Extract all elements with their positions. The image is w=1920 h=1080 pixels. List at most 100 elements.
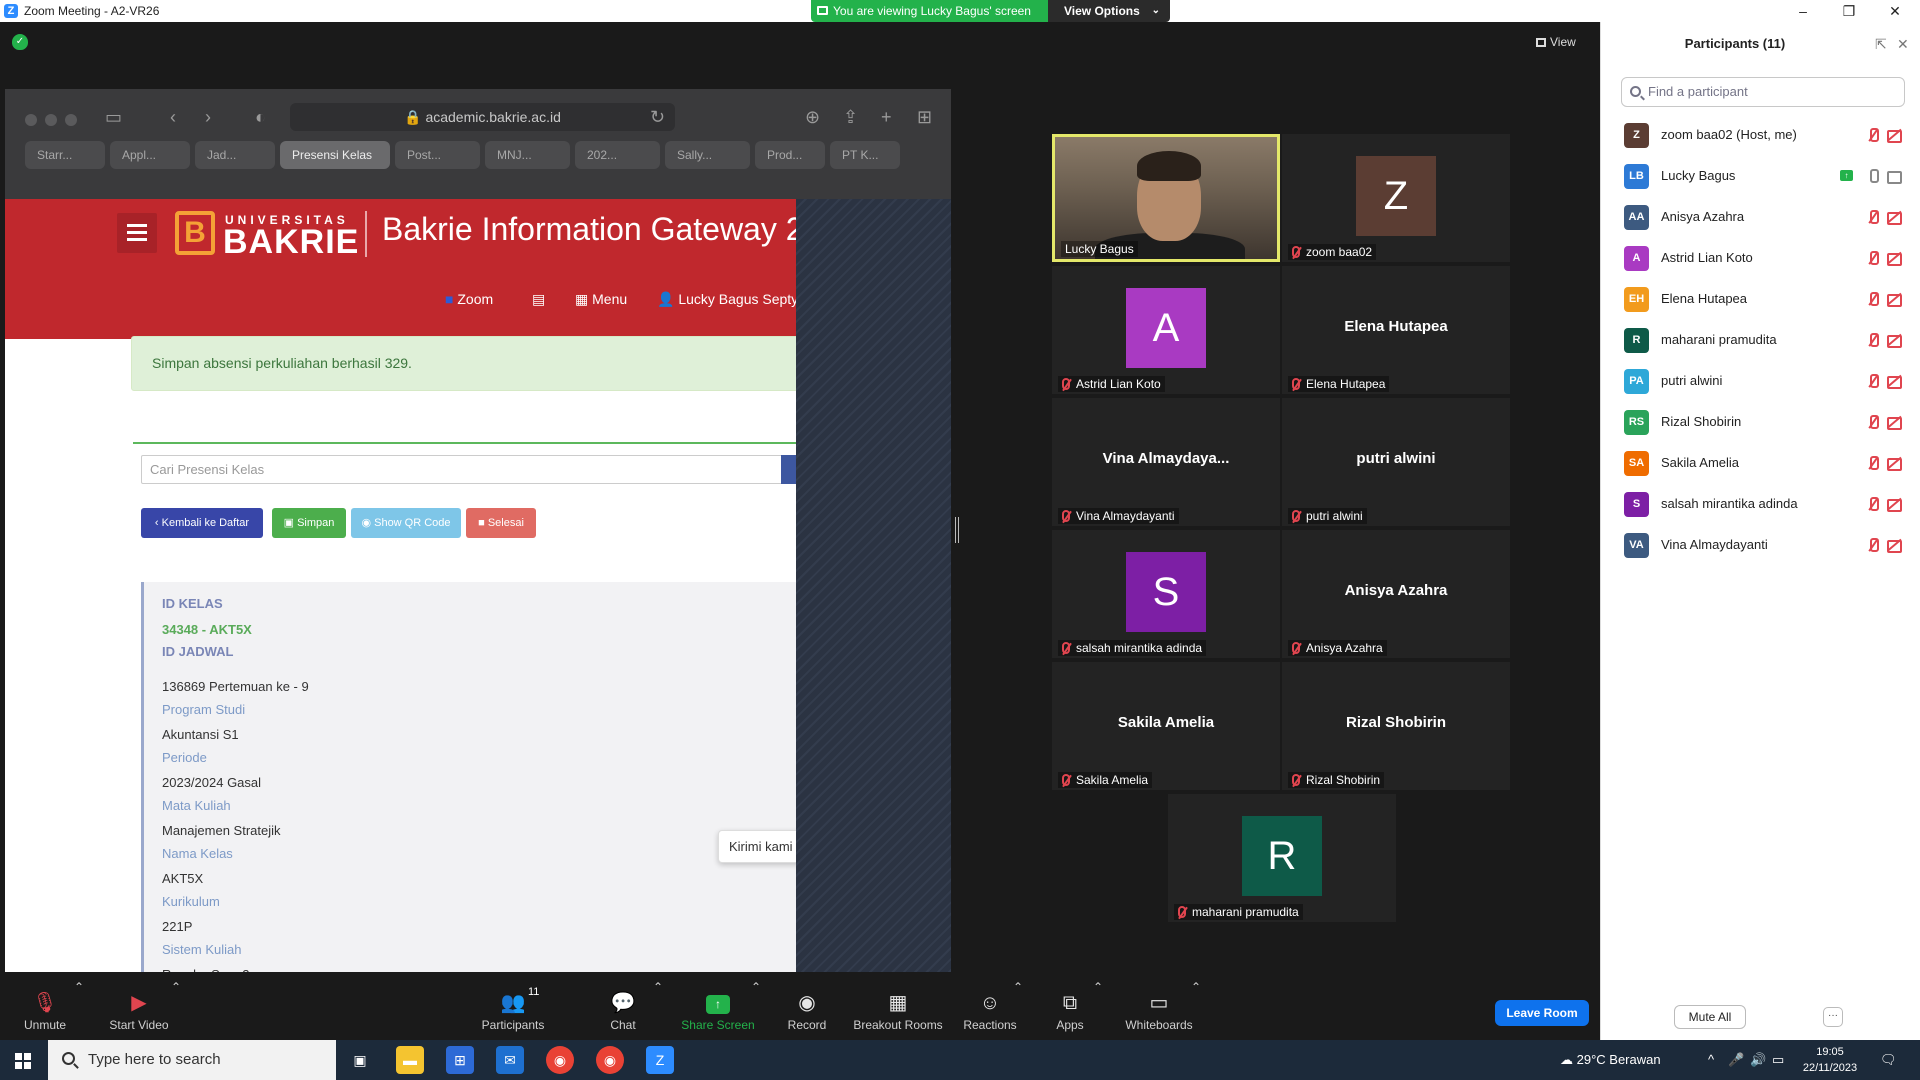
- video-options-caret[interactable]: ⌃: [171, 980, 181, 1040]
- participant-row[interactable]: Zzoom baa02 (Host, me): [1601, 114, 1920, 155]
- close-panel-icon[interactable]: ✕: [1897, 36, 1909, 53]
- participants-button[interactable]: 👥 11 Participants: [478, 980, 548, 1040]
- video-tile[interactable]: Vina Almaydaya... Vina Almaydayanti: [1052, 398, 1280, 526]
- file-explorer-icon[interactable]: ▬: [396, 1046, 424, 1074]
- presensi-search-button: [781, 455, 796, 484]
- participant-row[interactable]: VA Vina Almaydayanti: [1601, 524, 1920, 565]
- share-options-caret[interactable]: ⌃: [751, 980, 761, 1040]
- participant-avatar: R: [1242, 816, 1322, 896]
- info-line: 2023/2024 Gasal: [162, 775, 262, 790]
- info-line: 221P: [162, 919, 193, 934]
- taskbar-clock[interactable]: 19:05 22/11/2023: [1792, 1044, 1868, 1076]
- minimize-button[interactable]: –: [1780, 0, 1826, 22]
- video-tile[interactable]: Zzoom baa02: [1282, 134, 1510, 262]
- save-label: Simpan: [297, 517, 335, 529]
- restore-button[interactable]: ❐: [1826, 0, 1872, 22]
- start-video-button[interactable]: ▶ Start Video: [100, 980, 178, 1040]
- video-camera-off-icon: [1887, 538, 1902, 553]
- microphone-tray-icon: 🎤: [1728, 1052, 1745, 1067]
- whiteboards-options-caret[interactable]: ⌃: [1191, 980, 1201, 1040]
- view-options-button[interactable]: View Options ⌄: [1048, 0, 1170, 22]
- audio-options-caret[interactable]: ⌃: [74, 980, 84, 1040]
- video-tile[interactable]: Ssalsah mirantika adinda: [1052, 530, 1280, 658]
- whiteboards-button[interactable]: ▭ Whiteboards: [1122, 980, 1196, 1040]
- participant-row[interactable]: A Astrid Lian Koto: [1601, 237, 1920, 278]
- participant-row[interactable]: SA Sakila Amelia: [1601, 442, 1920, 483]
- reactions-button[interactable]: ☺ Reactions: [960, 980, 1020, 1040]
- network-icon[interactable]: ▭: [1772, 1040, 1784, 1080]
- tile-name-label: Vina Almaydayanti: [1058, 508, 1179, 524]
- apps-button[interactable]: ⧉ Apps: [1050, 980, 1090, 1040]
- close-button[interactable]: ✕: [1872, 0, 1918, 22]
- leave-room-button[interactable]: Leave Room: [1495, 1000, 1589, 1026]
- chat-options-caret[interactable]: ⌃: [653, 980, 663, 1040]
- video-tile[interactable]: Lucky Bagus: [1052, 134, 1280, 262]
- chrome-profile-icon[interactable]: ◉: [596, 1046, 624, 1074]
- window-minimize-dot: [45, 114, 57, 126]
- video-tile[interactable]: Anisya Azahra Anisya Azahra: [1282, 530, 1510, 658]
- breakout-rooms-button[interactable]: ▦ Breakout Rooms: [852, 980, 944, 1040]
- video-tile[interactable]: Sakila Amelia Sakila Amelia: [1052, 662, 1280, 790]
- participant-name: Rizal Shobirin: [1661, 414, 1742, 429]
- tray-overflow-icon[interactable]: ^: [1708, 1040, 1714, 1080]
- panel-splitter[interactable]: [955, 517, 959, 543]
- show-qr-button: ◉ Show QR Code: [351, 508, 461, 538]
- university-logo-icon: B: [175, 211, 215, 255]
- clock-date: 22/11/2023: [1802, 1062, 1858, 1074]
- tile-name-text: Elena Hutapea: [1306, 377, 1386, 391]
- taskbar-search-input[interactable]: Type here to search: [48, 1040, 336, 1080]
- chat-button[interactable]: 💬 Chat: [598, 980, 648, 1040]
- participant-row[interactable]: EH Elena Hutapea: [1601, 278, 1920, 319]
- tile-name-label: maharani pramudita: [1174, 904, 1303, 920]
- viewing-banner-text: You are viewing Lucky Bagus' screen: [833, 4, 1031, 18]
- video-camera-icon: ■: [445, 291, 454, 307]
- video-tile[interactable]: putri alwini putri alwini: [1282, 398, 1510, 526]
- participant-row[interactable]: RS Rizal Shobirin: [1601, 401, 1920, 442]
- unmute-button[interactable]: 🎙 Unmute: [12, 980, 78, 1040]
- speaker-icon[interactable]: 🔊: [1750, 1040, 1766, 1080]
- participant-row[interactable]: PA putri alwini: [1601, 360, 1920, 401]
- participant-row[interactable]: LB Lucky Bagus ↑: [1601, 155, 1920, 196]
- web-header: B UNIVERSITAS BAKRIE Bakrie Information …: [5, 199, 796, 339]
- reactions-options-caret[interactable]: ⌃: [1013, 980, 1023, 1040]
- participant-display-name: Elena Hutapea: [1344, 318, 1448, 335]
- windows-start-icon[interactable]: [15, 1053, 31, 1069]
- share-screen-button[interactable]: ↑ Share Screen: [680, 980, 756, 1040]
- browser-tab: Jad...: [195, 141, 275, 169]
- find-participant-input[interactable]: Find a participant: [1621, 77, 1905, 107]
- browser-tab: Post...: [395, 141, 480, 169]
- participant-row[interactable]: Rmaharani pramudita: [1601, 319, 1920, 360]
- record-button[interactable]: ◉ Record: [782, 980, 832, 1040]
- participant-avatar: PA: [1624, 369, 1649, 394]
- save-button: ▣ Simpan: [272, 508, 346, 538]
- notification-icon[interactable]: 🗨: [1880, 1040, 1897, 1080]
- video-tile[interactable]: Rizal Shobirin Rizal Shobirin: [1282, 662, 1510, 790]
- pop-out-icon[interactable]: ⇱: [1875, 36, 1887, 53]
- task-view-icon[interactable]: ▣: [346, 1046, 374, 1074]
- more-options-icon[interactable]: ···: [1823, 1007, 1843, 1027]
- view-button[interactable]: View: [1536, 32, 1586, 52]
- chrome-icon[interactable]: ◉: [546, 1046, 574, 1074]
- view-options-label: View Options: [1064, 4, 1140, 18]
- video-tile[interactable]: A Astrid Lian Koto: [1052, 266, 1280, 394]
- muted-mic-icon: [1062, 378, 1070, 390]
- info-line: ID KELAS: [162, 596, 223, 611]
- zoom-taskbar-icon[interactable]: Z: [646, 1046, 674, 1074]
- mute-all-button[interactable]: Mute All: [1674, 1005, 1746, 1029]
- participants-label: Participants: [481, 1018, 545, 1032]
- web-page-title: Bakrie Information Gateway 2.0: [382, 211, 796, 247]
- security-shield-icon[interactable]: ✓: [12, 34, 28, 50]
- share-screen-label: Share Screen: [681, 1018, 755, 1032]
- store-icon[interactable]: ⊞: [446, 1046, 474, 1074]
- participant-row[interactable]: AA Anisya Azahra: [1601, 196, 1920, 237]
- participant-name: Vina Almaydayanti: [1661, 537, 1768, 552]
- participant-row[interactable]: Ssalsah mirantika adinda: [1601, 483, 1920, 524]
- participants-panel: Participants (11) ⇱ ✕ Find a participant…: [1600, 22, 1920, 1040]
- video-tile[interactable]: Elena Hutapea Elena Hutapea: [1282, 266, 1510, 394]
- weather-widget[interactable]: ☁ 29°C Berawan: [1560, 1040, 1661, 1080]
- video-tile[interactable]: Rmaharani pramudita: [1168, 794, 1396, 922]
- apps-options-caret[interactable]: ⌃: [1093, 980, 1103, 1040]
- participant-avatar: VA: [1624, 533, 1649, 558]
- mail-icon[interactable]: ✉: [496, 1046, 524, 1074]
- participant-name: Anisya Azahra: [1661, 209, 1745, 224]
